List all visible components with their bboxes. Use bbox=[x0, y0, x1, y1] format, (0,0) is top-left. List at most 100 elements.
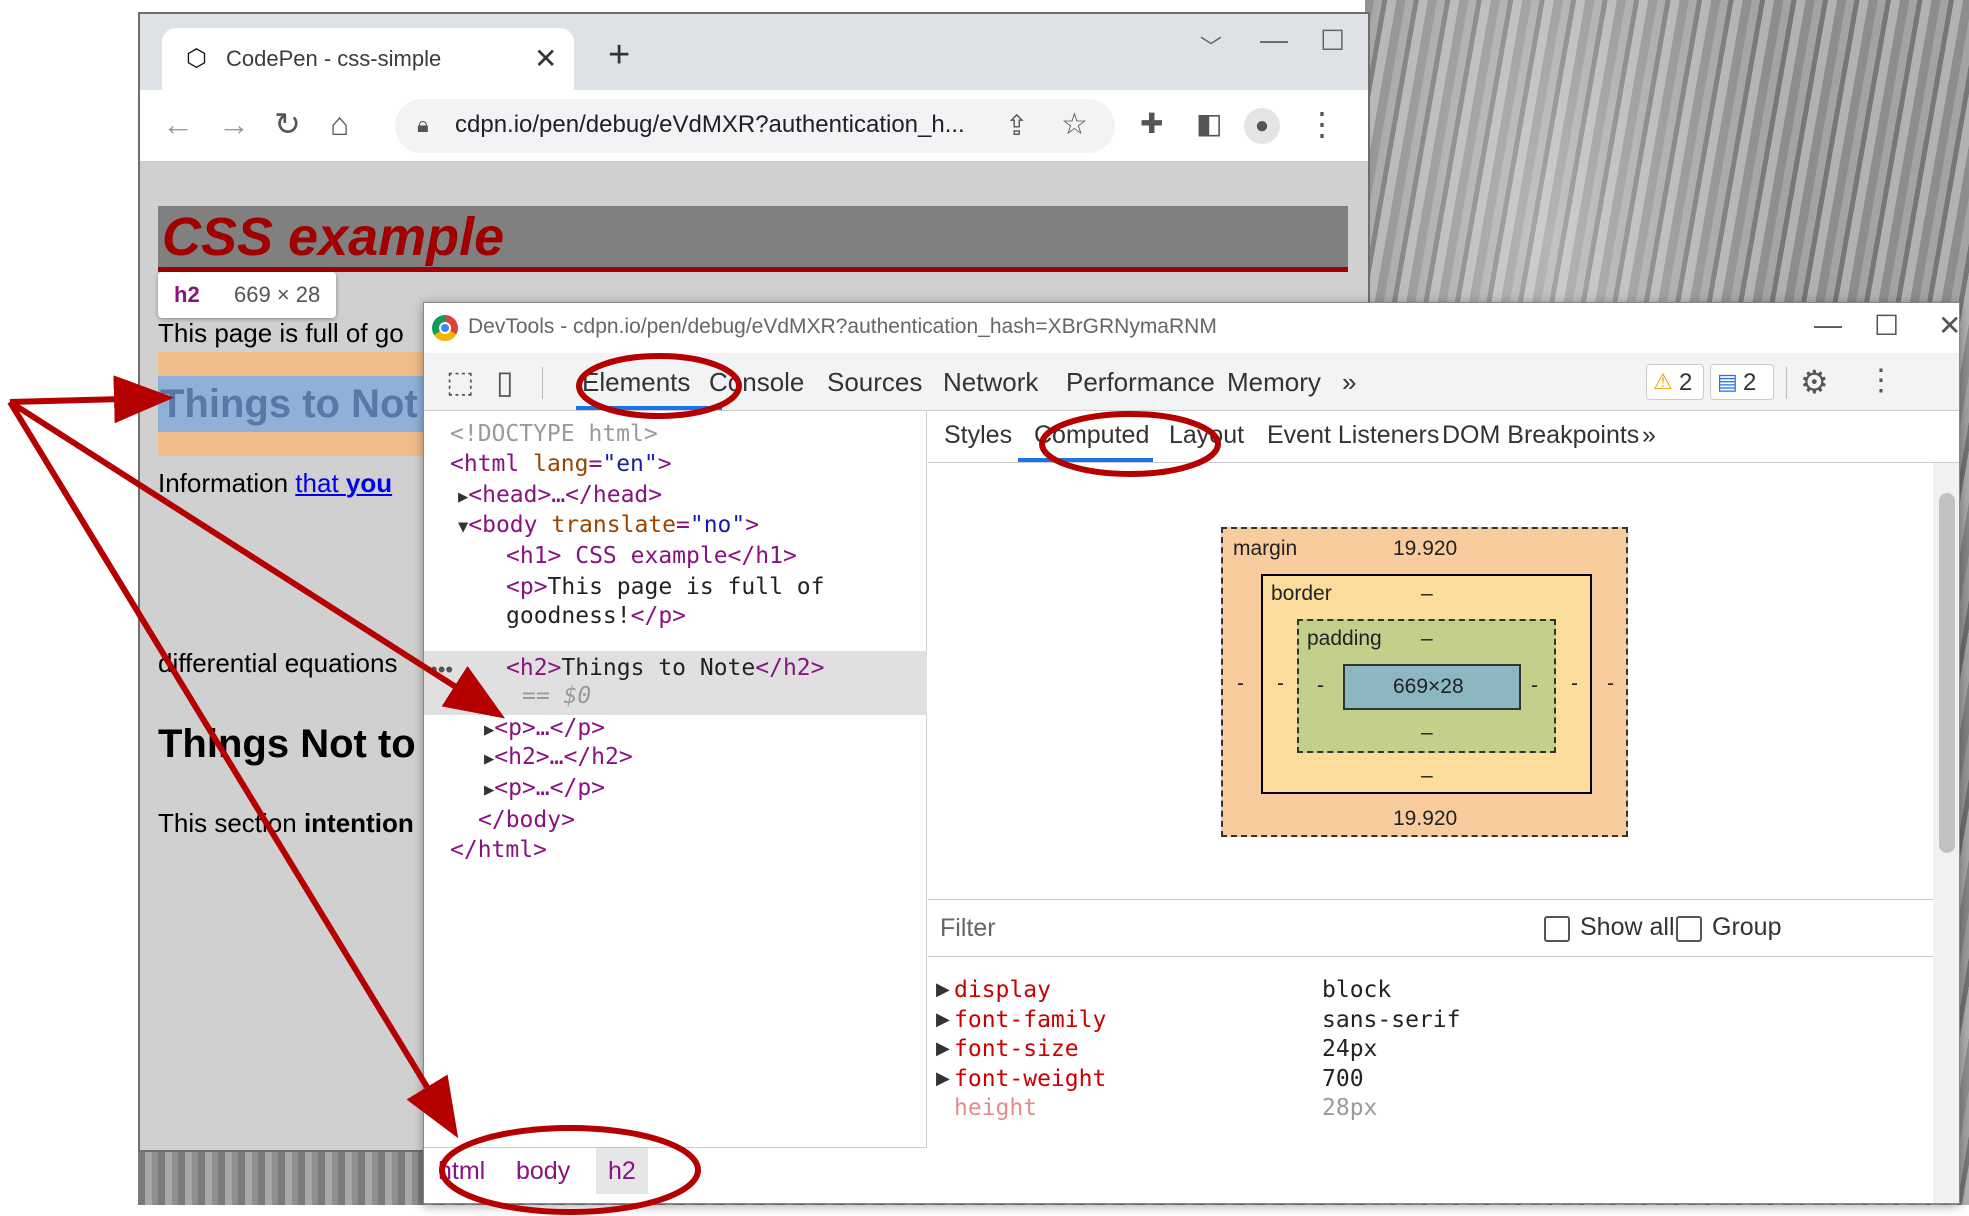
devtools-more-icon[interactable]: ⋮ bbox=[1866, 363, 1896, 398]
sidebar-scrollbar[interactable] bbox=[1933, 463, 1959, 1203]
tab-sources[interactable]: Sources bbox=[827, 367, 922, 398]
box-model-border[interactable]: border – – - - padding – – - - 669×28 bbox=[1261, 574, 1592, 794]
dom-body-open[interactable]: ▼<body translate="no"> bbox=[458, 512, 759, 538]
dom-html-open[interactable]: <html lang="en"> bbox=[450, 451, 672, 477]
margin-left-value[interactable]: - bbox=[1237, 672, 1244, 696]
minimize-button[interactable]: — bbox=[1260, 24, 1288, 56]
share-icon[interactable]: ⇪ bbox=[1005, 109, 1028, 142]
dom-h2-selected[interactable]: <h2>Things to Note</h2> bbox=[506, 655, 825, 681]
tab-search-icon[interactable]: ﹀ bbox=[1200, 30, 1222, 62]
expand-triangle-icon[interactable]: ▶ bbox=[936, 1009, 950, 1030]
margin-bottom-value[interactable]: 19.920 bbox=[1393, 807, 1457, 831]
group-label[interactable]: Group bbox=[1712, 913, 1781, 942]
para4-text: This section bbox=[158, 808, 304, 838]
dom-h2-collapsed[interactable]: ▶<h2>…</h2> bbox=[484, 744, 633, 770]
star-icon[interactable]: ☆ bbox=[1061, 107, 1088, 142]
device-toolbar-icon[interactable]: ▯ bbox=[496, 363, 514, 401]
dom-p-collapsed-1[interactable]: ▶<p>…</p> bbox=[484, 715, 605, 741]
messages-badge[interactable]: ▤ 2 bbox=[1710, 364, 1774, 400]
computed-property-row[interactable]: ▶ font-family sans-serif bbox=[928, 1007, 1933, 1037]
settings-gear-icon[interactable]: ⚙ bbox=[1800, 363, 1829, 401]
margin-top-value[interactable]: 19.920 bbox=[1393, 537, 1457, 561]
dom-body-close[interactable]: </body> bbox=[478, 807, 575, 833]
border-top-value[interactable]: – bbox=[1421, 582, 1433, 606]
border-bottom-value[interactable]: – bbox=[1421, 764, 1433, 788]
profile-icon[interactable]: ● bbox=[1244, 108, 1280, 144]
warnings-count: 2 bbox=[1679, 369, 1693, 396]
tab-dom-breakpoints[interactable]: DOM Breakpoints bbox=[1442, 421, 1639, 450]
sidebar-icon[interactable]: ◧ bbox=[1196, 106, 1222, 142]
breadcrumb-html[interactable]: html bbox=[426, 1148, 497, 1194]
reload-icon[interactable]: ↻ bbox=[274, 106, 301, 142]
breadcrumb-h2[interactable]: h2 bbox=[596, 1148, 648, 1194]
tab-computed[interactable]: Computed bbox=[1034, 421, 1149, 450]
url-text[interactable]: cdpn.io/pen/debug/eVdMXR?authentication_… bbox=[455, 111, 965, 139]
border-right-value[interactable]: - bbox=[1571, 672, 1578, 696]
lock-icon[interactable]: 🔒︎ bbox=[417, 112, 429, 138]
extensions-icon[interactable]: ✚ bbox=[1140, 106, 1163, 142]
expand-triangle-icon[interactable]: ▶ bbox=[936, 1038, 950, 1059]
filter-input[interactable]: Filter bbox=[940, 914, 996, 943]
dom-p-collapsed-2[interactable]: ▶<p>…</p> bbox=[484, 775, 605, 801]
forward-arrow-icon[interactable]: → bbox=[218, 106, 250, 142]
expand-triangle-icon[interactable]: ▶ bbox=[936, 1068, 950, 1089]
border-left-value[interactable]: - bbox=[1277, 672, 1284, 696]
tooltip-tag: h2 bbox=[174, 282, 200, 307]
box-model-margin[interactable]: margin 19.920 19.920 - - border – – - - … bbox=[1221, 527, 1628, 837]
tab-event-listeners[interactable]: Event Listeners bbox=[1267, 421, 1439, 450]
tab-performance[interactable]: Performance bbox=[1066, 367, 1215, 398]
computed-property-row[interactable]: height 28px bbox=[928, 1095, 1933, 1125]
dom-p-line1[interactable]: <p>This page is full of bbox=[506, 574, 825, 600]
address-bar[interactable]: 🔒︎ cdpn.io/pen/debug/eVdMXR?authenticati… bbox=[395, 99, 1115, 153]
tab-layout[interactable]: Layout bbox=[1169, 421, 1244, 450]
show-all-label[interactable]: Show all bbox=[1580, 913, 1675, 942]
computed-property-row[interactable]: ▶ font-weight 700 bbox=[928, 1066, 1933, 1096]
back-arrow-icon[interactable]: ← bbox=[162, 106, 194, 142]
inspect-element-icon[interactable]: ⬚ bbox=[446, 365, 474, 400]
page-h2-second: Things Not to bbox=[158, 722, 416, 766]
box-model-content[interactable]: 669×28 bbox=[1343, 664, 1521, 710]
box-model-padding[interactable]: padding – – - - 669×28 bbox=[1297, 619, 1556, 753]
page-link[interactable]: that you bbox=[295, 468, 392, 498]
warnings-badge[interactable]: ⚠ 2 bbox=[1646, 364, 1704, 400]
more-tabs-chevron-icon[interactable]: » bbox=[1342, 367, 1356, 398]
home-icon[interactable]: ⌂ bbox=[330, 106, 349, 142]
tab-memory[interactable]: Memory bbox=[1227, 367, 1321, 398]
property-name: display bbox=[954, 977, 1051, 1003]
tab-network[interactable]: Network bbox=[943, 367, 1038, 398]
computed-property-row[interactable]: ▶ display block bbox=[928, 977, 1933, 1007]
padding-right-value[interactable]: - bbox=[1531, 674, 1538, 698]
para4-bold-text: intention bbox=[303, 808, 414, 838]
more-icon[interactable]: ⋮ bbox=[1306, 106, 1338, 142]
devtools-minimize-button[interactable]: — bbox=[1814, 309, 1842, 341]
group-checkbox[interactable] bbox=[1676, 916, 1702, 942]
expand-triangle-icon[interactable]: ▶ bbox=[936, 979, 950, 1000]
dom-p-line2[interactable]: goodness!</p> bbox=[506, 603, 686, 629]
scrollbar-thumb[interactable] bbox=[1939, 493, 1955, 853]
more-sidebar-tabs-chevron-icon[interactable]: » bbox=[1642, 421, 1656, 450]
dom-html-close[interactable]: </html> bbox=[450, 837, 547, 863]
property-name: font-family bbox=[954, 1007, 1107, 1033]
devtools-close-button[interactable]: ✕ bbox=[1938, 309, 1959, 342]
browser-tab[interactable]: ⬡ CodePen - css-simple ✕ bbox=[162, 28, 574, 90]
show-all-checkbox[interactable] bbox=[1544, 916, 1570, 942]
padding-top-value[interactable]: – bbox=[1421, 627, 1433, 651]
dom-h1[interactable]: <h1> CSS example</h1> bbox=[506, 543, 797, 569]
expand-triangle-icon: ▶ bbox=[484, 749, 495, 769]
tab-styles[interactable]: Styles bbox=[944, 421, 1012, 450]
dom-doctype[interactable]: <!DOCTYPE html> bbox=[450, 421, 658, 447]
link-text: that bbox=[295, 468, 346, 498]
new-tab-button[interactable]: + bbox=[608, 36, 630, 74]
node-actions-dots[interactable]: ••• bbox=[430, 657, 453, 683]
close-tab-icon[interactable]: ✕ bbox=[534, 42, 557, 75]
padding-bottom-value[interactable]: – bbox=[1421, 721, 1433, 745]
breadcrumb-body[interactable]: body bbox=[504, 1148, 582, 1194]
tab-elements[interactable]: Elements bbox=[582, 367, 690, 398]
margin-right-value[interactable]: - bbox=[1607, 672, 1614, 696]
dom-head[interactable]: ▶<head>…</head> bbox=[458, 482, 662, 508]
maximize-button[interactable]: ☐ bbox=[1320, 24, 1345, 57]
padding-left-value[interactable]: - bbox=[1317, 674, 1324, 698]
devtools-maximize-button[interactable]: ☐ bbox=[1874, 309, 1899, 342]
tab-console[interactable]: Console bbox=[709, 367, 804, 398]
computed-property-row[interactable]: ▶ font-size 24px bbox=[928, 1036, 1933, 1066]
